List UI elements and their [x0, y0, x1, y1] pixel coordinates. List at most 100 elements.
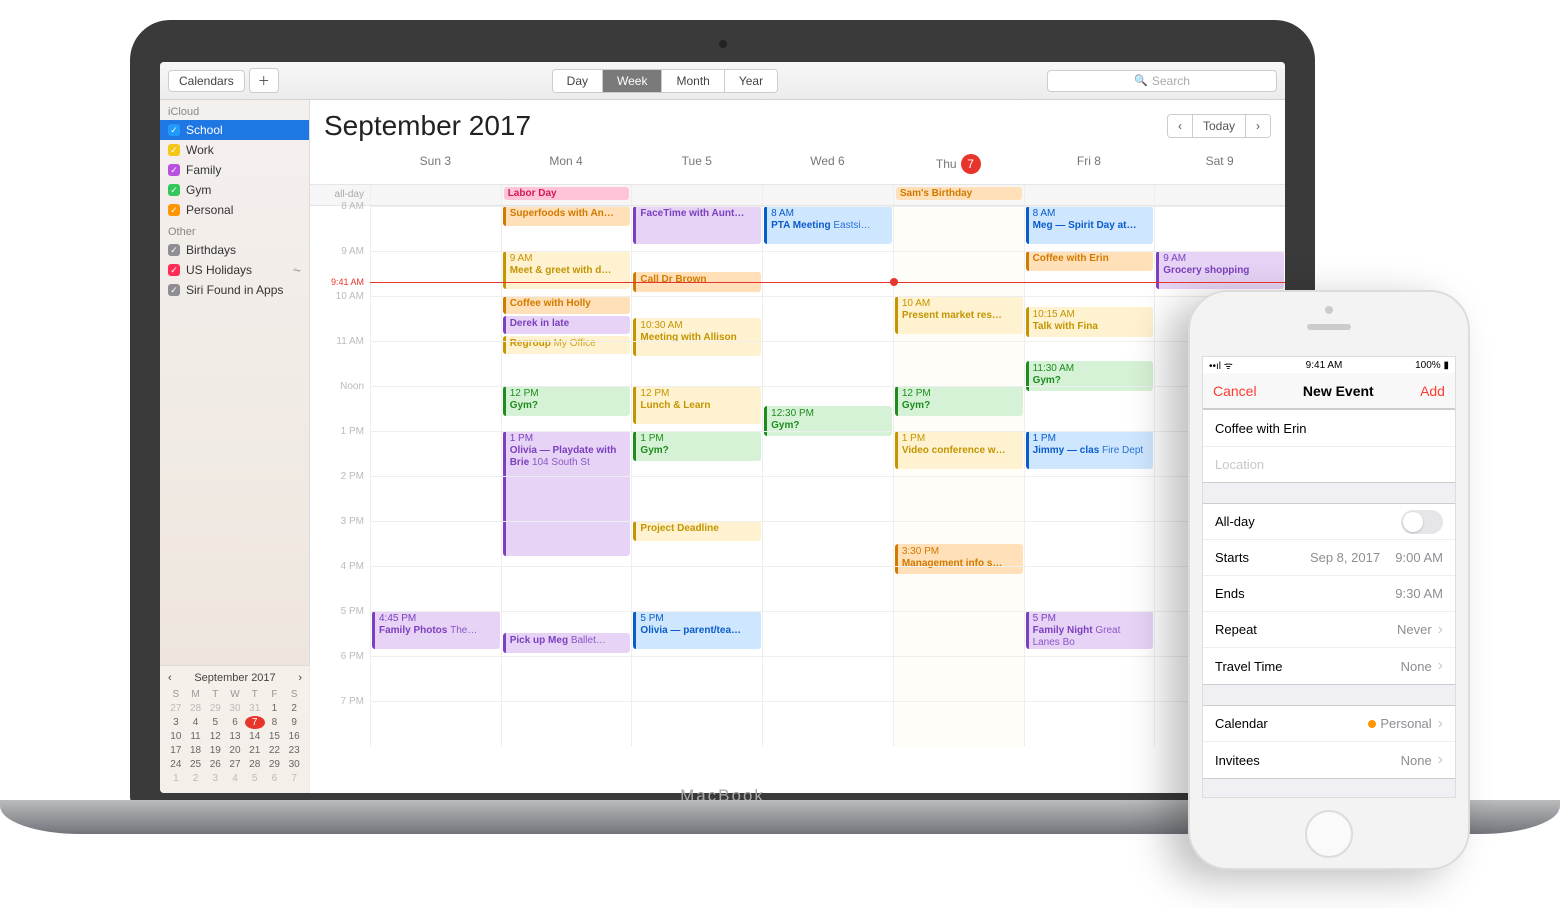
calendar-row[interactable]: Calendar Personal›: [1203, 706, 1455, 742]
mini-prev-icon[interactable]: ‹: [168, 672, 172, 684]
checkbox-icon[interactable]: ✓: [168, 204, 180, 216]
sidebar-item-label: Personal: [186, 203, 233, 217]
allday-event[interactable]: Sam's Birthday: [896, 187, 1022, 200]
view-month[interactable]: Month: [661, 70, 723, 92]
calendar-event[interactable]: 12 PM Gym?: [895, 386, 1023, 416]
week-nav[interactable]: ‹ Today ›: [1167, 114, 1271, 138]
allday-toggle[interactable]: [1401, 510, 1443, 534]
event-title-input[interactable]: Coffee with Erin: [1203, 410, 1455, 446]
month-title: September 2017: [324, 110, 531, 142]
mini-calendar[interactable]: ‹ September 2017 › SMTWTFS27282930311234…: [160, 665, 310, 793]
sidebar-item[interactable]: ✓ Birthdays: [160, 240, 309, 260]
checkbox-icon[interactable]: ✓: [168, 264, 180, 276]
day-header: Thu7: [893, 146, 1024, 184]
calendar-event[interactable]: 12 PM Lunch & Learn: [633, 386, 761, 424]
nav-title: New Event: [1303, 383, 1374, 399]
add-button[interactable]: ＋: [249, 68, 279, 93]
calendar-event[interactable]: 1 PM Video conference w…: [895, 431, 1023, 469]
calendar-event[interactable]: Coffee with Holly: [503, 296, 631, 314]
search-input[interactable]: Search: [1047, 70, 1277, 92]
cancel-button[interactable]: Cancel: [1213, 383, 1257, 399]
calendar-event[interactable]: 5 PM Family Night Great Lanes Bo: [1026, 611, 1154, 649]
iphone-frame: ••ıl ᯤ 9:41 AM 100% ▮ Cancel New Event A…: [1188, 290, 1470, 870]
calendar-main: September 2017 ‹ Today › Sun 3 Mon 4 Tue…: [310, 100, 1285, 793]
calendar-event[interactable]: 10 AM Present market res…: [895, 296, 1023, 334]
day-header-row: Sun 3 Mon 4 Tue 5 Wed 6 Thu7 Fri 8 Sat 9: [310, 146, 1285, 185]
chevron-right-icon: ›: [1438, 751, 1443, 769]
allday-event[interactable]: Labor Day: [504, 187, 630, 200]
checkbox-icon[interactable]: ✓: [168, 284, 180, 296]
sidebar-item-label: US Holidays: [186, 263, 252, 277]
sidebar-item-label: Work: [186, 143, 214, 157]
allday-row[interactable]: All-day: [1203, 504, 1455, 540]
calendar-event[interactable]: 5 PM Olivia — parent/tea…: [633, 611, 761, 649]
hour-grid[interactable]: 8 AM9 AM10 AM11 AMNoon1 PM2 PM3 PM4 PM5 …: [310, 206, 1285, 746]
hour-label: 1 PM: [310, 426, 370, 471]
checkbox-icon[interactable]: ✓: [168, 244, 180, 256]
checkbox-icon[interactable]: ✓: [168, 124, 180, 136]
sidebar: iCloud ✓ School ✓ Work ✓ Family ✓ Gym ✓ …: [160, 100, 310, 793]
starts-row[interactable]: Starts Sep 8, 2017 9:00 AM: [1203, 540, 1455, 576]
calendar-event[interactable]: 8 AM Meg — Spirit Day at…: [1026, 206, 1154, 244]
calendar-event[interactable]: 3:30 PM Management info s…: [895, 544, 1023, 574]
calendar-event[interactable]: Coffee with Erin: [1026, 251, 1154, 271]
calendar-event[interactable]: 10:15 AM Talk with Fina: [1026, 307, 1154, 337]
event-location-input[interactable]: Location: [1203, 446, 1455, 482]
calendar-event[interactable]: 9 AM Grocery shopping: [1156, 251, 1284, 289]
sidebar-item[interactable]: ✓ Siri Found in Apps: [160, 280, 309, 300]
calendar-event[interactable]: Pick up Meg Ballet…: [503, 633, 631, 653]
hour-label: 4 PM: [310, 561, 370, 606]
sidebar-item[interactable]: ✓ US Holidays ⏦: [160, 260, 309, 280]
calendar-event[interactable]: 12 PM Gym?: [503, 386, 631, 416]
mini-title: September 2017: [194, 672, 275, 684]
calendar-event[interactable]: 4:45 PM Family Photos The…: [372, 611, 500, 649]
status-time: 9:41 AM: [1306, 360, 1343, 371]
repeat-row[interactable]: Repeat Never›: [1203, 612, 1455, 648]
calendar-event[interactable]: 8 AM PTA Meeting Eastsi…: [764, 206, 892, 244]
sidebar-item[interactable]: ✓ Family: [160, 160, 309, 180]
sidebar-item[interactable]: ✓ Personal: [160, 200, 309, 220]
view-year[interactable]: Year: [724, 70, 777, 92]
mini-next-icon[interactable]: ›: [298, 672, 302, 684]
hour-label: 8 AM: [310, 201, 370, 246]
allday-row: all-day Labor Day Sam's Birthday: [310, 185, 1285, 206]
calendar-event[interactable]: Project Deadline: [633, 521, 761, 541]
calendar-event[interactable]: 10:30 AM Meeting with Allison: [633, 318, 761, 356]
travel-time-row[interactable]: Travel Time None›: [1203, 648, 1455, 684]
calendar-event[interactable]: Regroup My Office: [503, 336, 631, 354]
sidebar-group-icloud: iCloud: [160, 100, 309, 120]
sidebar-item[interactable]: ✓ Gym: [160, 180, 309, 200]
sidebar-item[interactable]: ✓ School: [160, 120, 309, 140]
add-button[interactable]: Add: [1420, 383, 1445, 399]
next-week-icon[interactable]: ›: [1245, 115, 1270, 137]
calendars-button[interactable]: Calendars: [168, 70, 245, 92]
day-header: Mon 4: [501, 146, 632, 184]
battery-icon: 100% ▮: [1415, 360, 1449, 371]
calendar-event[interactable]: 9 AM Meet & greet with d…: [503, 251, 631, 289]
day-header: Fri 8: [1024, 146, 1155, 184]
view-week[interactable]: Week: [602, 70, 661, 92]
calendar-event[interactable]: FaceTime with Aunt…: [633, 206, 761, 244]
checkbox-icon[interactable]: ✓: [168, 164, 180, 176]
invitees-row[interactable]: Invitees None›: [1203, 742, 1455, 778]
calendar-event[interactable]: 1 PM Jimmy — clas Fire Dept: [1026, 431, 1154, 469]
iphone-navbar: Cancel New Event Add: [1203, 373, 1455, 409]
calendar-event[interactable]: Superfoods with An…: [503, 206, 631, 226]
view-day[interactable]: Day: [553, 70, 602, 92]
sidebar-item[interactable]: ✓ Work: [160, 140, 309, 160]
title-row: September 2017 ‹ Today ›: [310, 100, 1285, 146]
calendar-event[interactable]: 1 PM Gym?: [633, 431, 761, 461]
checkbox-icon[interactable]: ✓: [168, 184, 180, 196]
chevron-right-icon: ›: [1438, 657, 1443, 675]
calendar-color-dot: [1368, 720, 1376, 728]
prev-week-icon[interactable]: ‹: [1168, 115, 1192, 137]
ends-row[interactable]: Ends 9:30 AM: [1203, 576, 1455, 612]
checkbox-icon[interactable]: ✓: [168, 144, 180, 156]
hour-label: 7 PM: [310, 696, 370, 741]
today-button[interactable]: Today: [1192, 115, 1245, 137]
view-segmented-control[interactable]: Day Week Month Year: [552, 69, 778, 93]
home-button[interactable]: [1305, 810, 1353, 858]
toolbar: Calendars ＋ Day Week Month Year Search: [160, 62, 1285, 100]
calendar-event[interactable]: 1 PM Olivia — Playdate with Brie 104 Sou…: [503, 431, 631, 556]
calendar-event[interactable]: Derek in late: [503, 316, 631, 334]
